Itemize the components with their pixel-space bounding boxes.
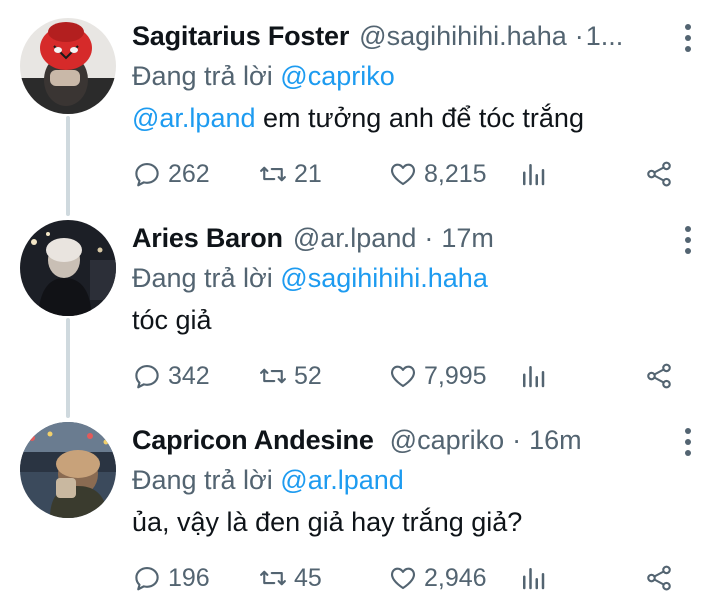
display-name[interactable]: Aries Baron — [132, 223, 283, 254]
retweet-button[interactable]: 45 — [258, 563, 322, 593]
retweet-icon — [258, 563, 288, 593]
separator: · — [574, 20, 584, 51]
like-count: 7,995 — [424, 361, 487, 390]
reply-count: 342 — [168, 361, 210, 390]
like-count: 2,946 — [424, 563, 487, 592]
reply-button[interactable]: 342 — [132, 361, 210, 391]
display-name[interactable]: Capricon Andesine — [132, 425, 374, 456]
more-icon[interactable] — [676, 24, 700, 52]
analytics-button[interactable] — [518, 361, 548, 391]
tweet-text: tóc giả — [132, 302, 700, 338]
user-handle[interactable]: @ar.lpand — [293, 223, 417, 254]
tweet-actions: 262 21 8,215 — [0, 154, 720, 194]
replying-to: Đang trả lời @capriko — [132, 58, 700, 94]
like-count: 8,215 — [424, 159, 487, 188]
tweet[interactable]: Sagitarius Foster @sagihihihi.haha · 1..… — [0, 0, 720, 200]
reply-to-mention[interactable]: @sagihihihi.haha — [280, 263, 488, 293]
reply-icon — [132, 361, 162, 391]
share-button[interactable] — [644, 361, 674, 391]
share-icon — [644, 361, 674, 391]
share-button[interactable] — [644, 159, 674, 189]
timestamp[interactable]: 1... — [586, 21, 624, 52]
reply-to-mention[interactable]: @ar.lpand — [280, 465, 404, 495]
more-icon[interactable] — [676, 428, 700, 456]
tweet-header: Aries Baron @ar.lpand · 17m — [132, 220, 700, 256]
user-handle[interactable]: @sagihihihi.haha — [359, 21, 567, 52]
avatar[interactable] — [20, 220, 116, 316]
reply-count: 262 — [168, 159, 210, 188]
tweet[interactable]: Capricon Andesine @capriko · 16m Đang tr… — [0, 404, 720, 604]
avatar-image — [20, 422, 116, 518]
body-mention[interactable]: @ar.lpand — [132, 103, 256, 133]
like-button[interactable]: 7,995 — [388, 361, 487, 391]
avatar[interactable] — [20, 422, 116, 518]
analytics-button[interactable] — [518, 159, 548, 189]
reply-prefix: Đang trả lời — [132, 465, 273, 495]
like-button[interactable]: 8,215 — [388, 159, 487, 189]
body-text: ủa, vậy là đen giả hay trắng giả? — [132, 507, 523, 537]
user-handle[interactable]: @capriko — [390, 425, 504, 456]
avatar-image — [20, 220, 116, 316]
separator: · — [424, 222, 434, 253]
reply-icon — [132, 159, 162, 189]
retweet-icon — [258, 159, 288, 189]
reply-prefix: Đang trả lời — [132, 61, 273, 91]
tweet-text: @ar.lpand em tưởng anh để tóc trắng — [132, 100, 700, 136]
reply-button[interactable]: 196 — [132, 563, 210, 593]
retweet-button[interactable]: 21 — [258, 159, 322, 189]
reply-icon — [132, 563, 162, 593]
tweet-header: Capricon Andesine @capriko · 16m — [132, 422, 700, 458]
like-icon — [388, 563, 418, 593]
like-icon — [388, 361, 418, 391]
reply-prefix: Đang trả lời — [132, 263, 273, 293]
tweet-actions: 196 45 2,946 — [0, 558, 720, 598]
more-icon[interactable] — [676, 226, 700, 254]
retweet-icon — [258, 361, 288, 391]
replying-to: Đang trả lời @ar.lpand — [132, 462, 700, 498]
retweet-count: 45 — [294, 563, 322, 592]
reply-button[interactable]: 262 — [132, 159, 210, 189]
retweet-count: 52 — [294, 361, 322, 390]
tweet-actions: 342 52 7,995 — [0, 356, 720, 396]
tweet-header: Sagitarius Foster @sagihihihi.haha · 1..… — [132, 18, 700, 54]
retweet-button[interactable]: 52 — [258, 361, 322, 391]
reply-count: 196 — [168, 563, 210, 592]
avatar[interactable] — [20, 18, 116, 114]
reply-to-mention[interactable]: @capriko — [280, 61, 394, 91]
retweet-count: 21 — [294, 159, 322, 188]
share-button[interactable] — [644, 563, 674, 593]
timestamp[interactable]: 17m — [441, 223, 494, 254]
share-icon — [644, 563, 674, 593]
like-button[interactable]: 2,946 — [388, 563, 487, 593]
tweet[interactable]: Aries Baron @ar.lpand · 17m Đang trả lời… — [0, 202, 720, 402]
body-text: tóc giả — [132, 305, 212, 335]
share-icon — [644, 159, 674, 189]
analytics-icon — [518, 563, 548, 593]
tweet-text: ủa, vậy là đen giả hay trắng giả? — [132, 504, 700, 540]
body-text: em tưởng anh để tóc trắng — [255, 103, 584, 133]
separator: · — [512, 424, 522, 455]
avatar-image — [20, 18, 116, 114]
replying-to: Đang trả lời @sagihihihi.haha — [132, 260, 700, 296]
analytics-icon — [518, 159, 548, 189]
like-icon — [388, 159, 418, 189]
display-name[interactable]: Sagitarius Foster — [132, 21, 349, 52]
timestamp[interactable]: 16m — [529, 425, 582, 456]
analytics-button[interactable] — [518, 563, 548, 593]
analytics-icon — [518, 361, 548, 391]
